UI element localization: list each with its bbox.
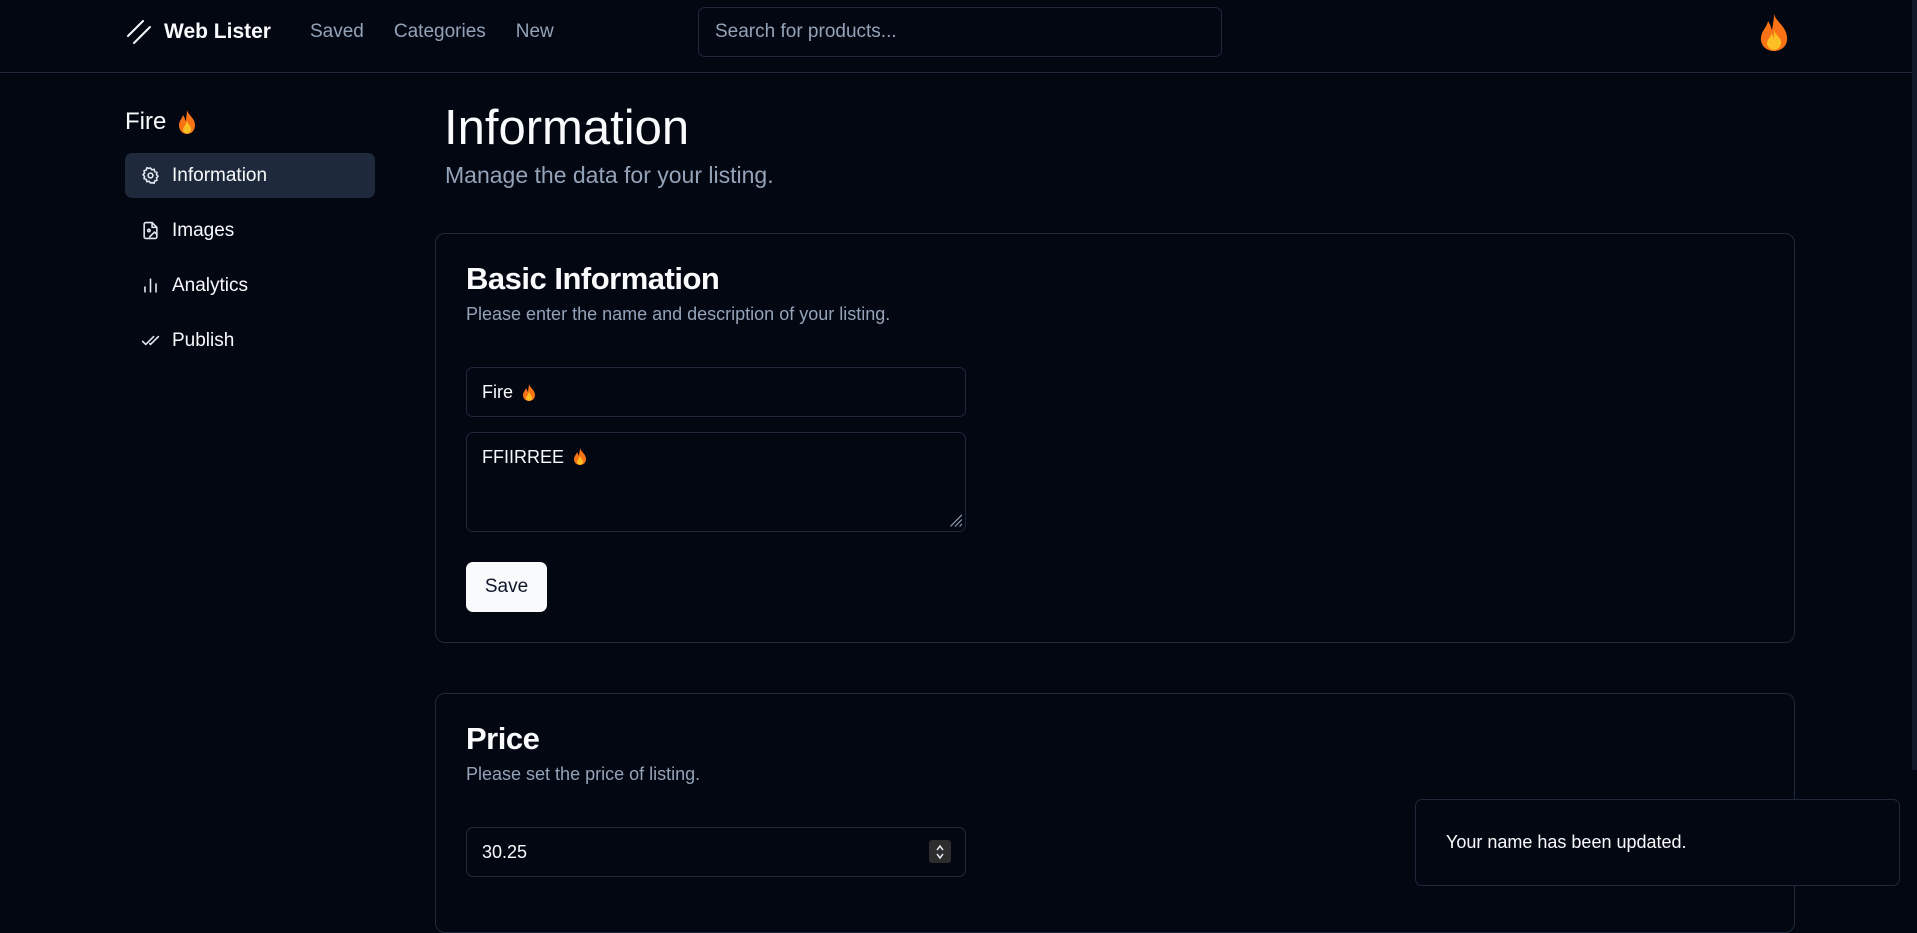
image-file-icon	[143, 221, 158, 240]
brand-link[interactable]: Web Lister	[126, 19, 271, 45]
toast-notification: Your name has been updated.	[1415, 799, 1900, 886]
nav-new[interactable]: New	[516, 21, 554, 43]
price-input[interactable]: 30.25	[466, 827, 966, 877]
sidebar-item-images[interactable]: Images	[125, 208, 375, 253]
description-value: FFIIRREE	[482, 447, 565, 467]
page-title: Information	[444, 101, 690, 155]
double-check-icon	[141, 335, 160, 346]
sidebar-item-publish[interactable]: Publish	[125, 318, 375, 363]
description-textarea[interactable]: FFIIRREE	[466, 432, 966, 532]
toast-message: Your name has been updated.	[1446, 832, 1687, 852]
resize-handle-icon[interactable]	[947, 510, 963, 529]
card-title: Price	[466, 721, 540, 756]
bar-chart-icon	[144, 278, 157, 293]
chevron-down-icon[interactable]	[935, 852, 945, 860]
card-description: Please enter the name and description of…	[466, 304, 891, 324]
listing-title: Fire	[125, 100, 375, 144]
card-description: Please set the price of listing.	[466, 764, 701, 784]
sidebar-item-label: Analytics	[172, 274, 249, 296]
sidebar-item-label: Information	[172, 164, 268, 186]
sidebar-item-information[interactable]: Information	[125, 153, 375, 198]
card-title: Basic Information	[466, 261, 720, 296]
fire-icon	[179, 110, 196, 134]
nav-categories[interactable]: Categories	[394, 21, 486, 43]
gear-icon	[142, 166, 159, 185]
nav-saved[interactable]: Saved	[310, 21, 364, 43]
page-scrollbar[interactable]	[1912, 0, 1917, 770]
price-input-value: 30.25	[482, 841, 528, 862]
fire-icon	[574, 448, 587, 465]
name-input[interactable]: Fire	[466, 367, 966, 417]
main-nav: Saved Categories New	[310, 21, 554, 43]
sidebar-item-label: Images	[172, 219, 235, 241]
fire-icon	[523, 383, 535, 401]
logo-slashes-icon	[127, 20, 151, 44]
fire-avatar-icon[interactable]	[1756, 12, 1792, 52]
price-stepper[interactable]	[929, 840, 951, 863]
basic-information-card: Basic Information Please enter the name …	[435, 233, 1795, 643]
top-navigation-bar: Web Lister Saved Categories New	[0, 0, 1917, 73]
sidebar-item-analytics[interactable]: Analytics	[125, 263, 375, 308]
search-input[interactable]	[698, 7, 1222, 57]
listing-sidebar: Fire Information Images Analytics Publis…	[125, 100, 375, 363]
name-input-value: Fire	[482, 381, 513, 402]
sidebar-item-label: Publish	[172, 329, 235, 351]
listing-name: Fire	[125, 108, 167, 135]
brand-name: Web Lister	[164, 20, 271, 43]
save-button[interactable]: Save	[466, 562, 547, 612]
chevron-up-icon[interactable]	[935, 844, 945, 852]
page-subtitle: Manage the data for your listing.	[445, 162, 774, 188]
